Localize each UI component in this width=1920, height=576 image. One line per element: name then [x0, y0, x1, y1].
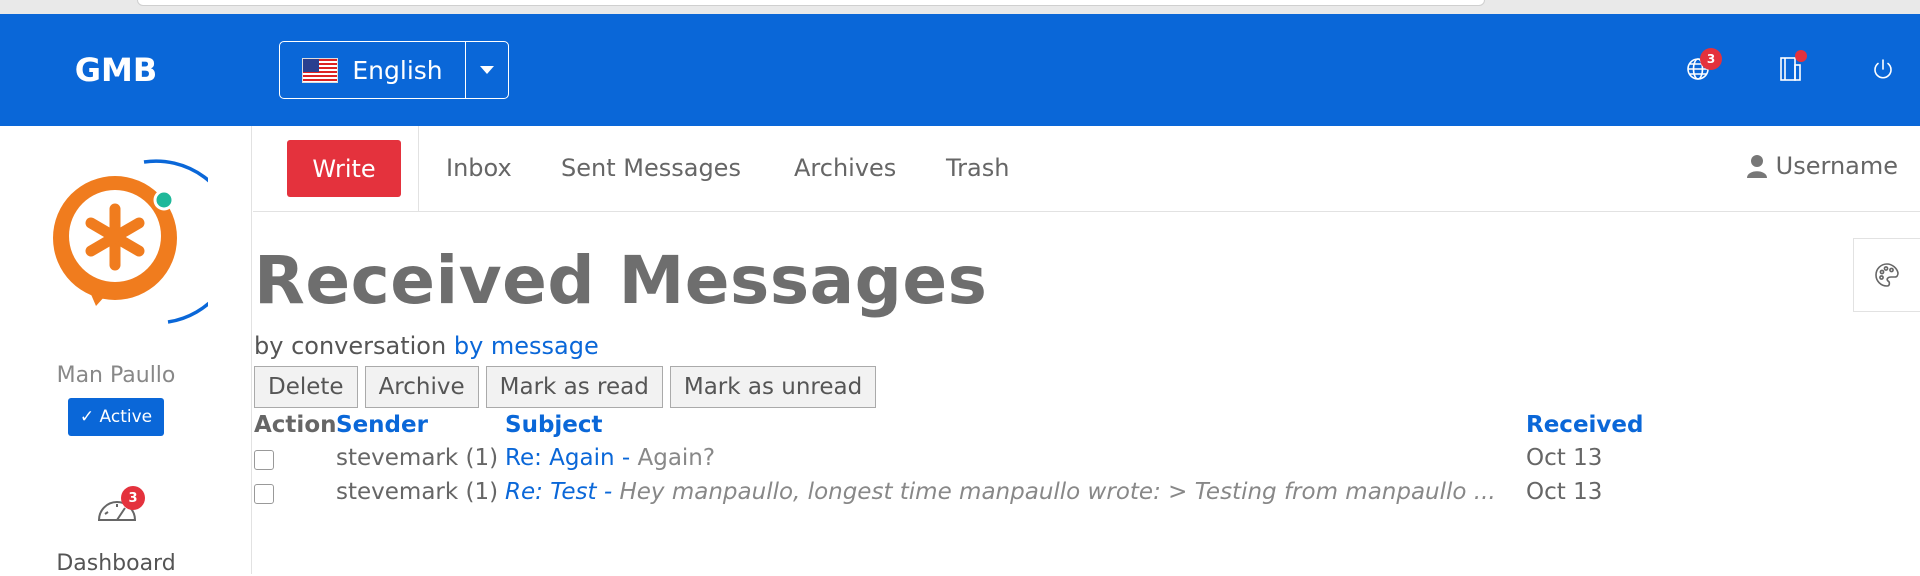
mark-as-unread-button[interactable]: Mark as unread — [669, 366, 877, 408]
power-button[interactable] — [1866, 52, 1900, 86]
username-menu[interactable]: Username — [1746, 152, 1898, 180]
table-row-sender: stevemark (1) — [336, 479, 498, 505]
tab-divider — [418, 126, 419, 212]
user-icon — [1746, 155, 1767, 178]
subject-separator: - — [614, 445, 638, 471]
write-button[interactable]: Write — [287, 140, 401, 197]
subject-link[interactable]: Re: Test — [505, 479, 597, 505]
dashboard-label[interactable]: Dashboard — [0, 551, 232, 576]
message-count: (1) — [465, 445, 499, 471]
received-date: Oct 13 — [1526, 479, 1603, 505]
archive-button[interactable]: Archive — [364, 366, 479, 408]
address-bar[interactable] — [137, 0, 1485, 6]
brand-logo[interactable]: GMB — [0, 14, 232, 126]
language-dropdown-toggle[interactable] — [466, 42, 508, 98]
avatar — [53, 159, 208, 324]
message-preview: Again? — [637, 445, 716, 471]
view-by-conversation: by conversation — [254, 332, 447, 360]
subject-separator: - — [596, 479, 620, 505]
sender-name: stevemark — [336, 445, 459, 471]
top-navbar: GMB English 3 — [0, 14, 1920, 126]
language-label: English — [352, 55, 443, 85]
theme-palette-button[interactable] — [1853, 238, 1920, 312]
row-checkbox[interactable] — [254, 484, 274, 504]
received-date: Oct 13 — [1526, 445, 1603, 471]
us-flag-icon — [302, 57, 339, 83]
status-badge: ✓ Active — [68, 398, 164, 436]
tab-trash[interactable]: Trash — [946, 154, 1009, 182]
notebook-dot — [1795, 50, 1807, 62]
column-header-subject[interactable]: Subject — [505, 412, 603, 438]
user-name: Man Paullo — [56, 363, 176, 388]
bulk-actions: Delete Archive Mark as read Mark as unre… — [254, 366, 877, 408]
power-icon — [1874, 59, 1892, 79]
notebook-button[interactable] — [1774, 50, 1808, 86]
column-header-sender[interactable]: Sender — [336, 412, 428, 438]
message-tabbar: Write Inbox Sent Messages Archives Trash… — [253, 126, 1920, 212]
message-preview: Hey manpaullo, longest time manpaullo wr… — [619, 479, 1496, 505]
table-row-sender: stevemark (1) — [336, 445, 498, 471]
language-selector[interactable]: English — [279, 41, 509, 99]
view-switcher: by conversation by message — [254, 332, 599, 360]
tab-archives[interactable]: Archives — [794, 154, 896, 182]
table-row-subject[interactable]: Re: Again - Again? — [505, 445, 715, 471]
row-checkbox[interactable] — [254, 450, 274, 470]
dashboard-button[interactable]: 3 — [95, 486, 145, 532]
view-by-message-link[interactable]: by message — [454, 332, 599, 360]
message-count: (1) — [465, 479, 499, 505]
sender-name: stevemark — [336, 479, 459, 505]
column-header-action: Action — [254, 412, 337, 438]
dashboard-badge: 3 — [121, 486, 145, 510]
globe-badge: 3 — [1700, 48, 1722, 70]
column-header-received[interactable]: Received — [1526, 412, 1643, 438]
table-row-subject[interactable]: Re: Test - Hey manpaullo, longest time m… — [505, 479, 1525, 505]
delete-button[interactable]: Delete — [254, 366, 358, 408]
globe-button[interactable]: 3 — [1681, 48, 1722, 86]
tab-sent-messages[interactable]: Sent Messages — [561, 154, 741, 182]
palette-icon — [1875, 263, 1899, 287]
sidebar: Man Paullo ✓ Active 3 Dashboard — [0, 126, 252, 576]
page-title: Received Messages — [254, 242, 988, 319]
tab-inbox[interactable]: Inbox — [446, 154, 512, 182]
language-button[interactable]: English — [280, 42, 466, 98]
browser-chrome — [0, 0, 1920, 14]
subject-link[interactable]: Re: Again — [505, 445, 615, 471]
caret-down-icon — [480, 66, 494, 74]
mark-as-read-button[interactable]: Mark as read — [485, 366, 663, 408]
username-label: Username — [1775, 152, 1898, 180]
